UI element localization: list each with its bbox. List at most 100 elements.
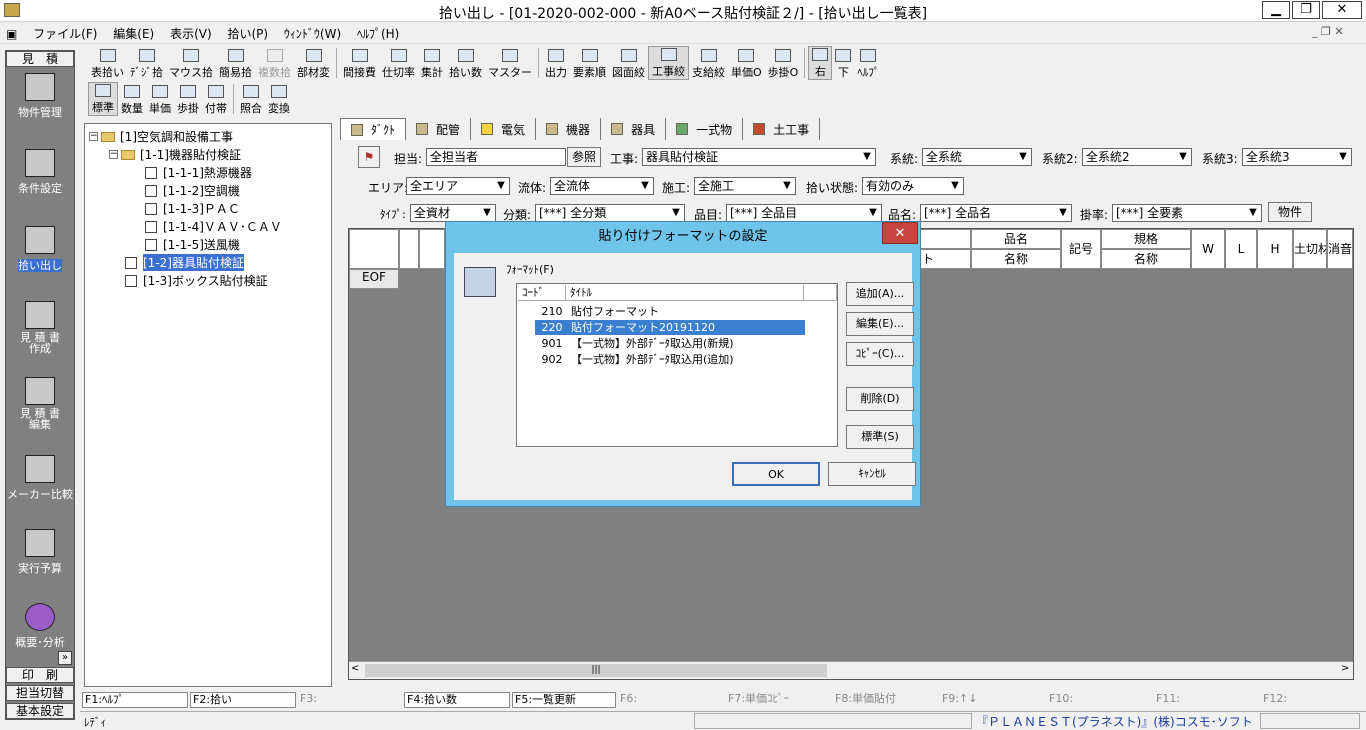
fkey-f1[interactable]: F1:ﾍﾙﾌﾟ [82,692,188,708]
toolbar-button-unit-price[interactable]: 単価O [728,46,765,80]
type-select[interactable]: 全資材 ▼ [410,204,496,222]
fkey-f4[interactable]: F4:拾い数 [404,692,510,708]
toolbar-button-labor[interactable]: 歩掛 [174,82,202,116]
checkbox[interactable] [145,166,157,179]
tree-node[interactable]: [1-1-1]熱源機器 [145,164,252,181]
area-select[interactable]: 全エリア ▼ [406,177,510,195]
menu-file[interactable]: ファイル(F) [27,22,103,45]
menu-window[interactable]: ｳｨﾝﾄﾞｳ(W) [278,22,347,45]
format-list[interactable]: ｺｰﾄﾞ ﾀｲﾄﾙ 210 貼付フォーマット 220 貼付フォーマット2019112… [516,283,838,447]
delete-button[interactable]: 削除(D) [846,387,914,411]
horizontal-scrollbar[interactable]: < ||| > [349,661,1353,679]
fkey-f10[interactable]: F10: [1047,692,1147,708]
toolbar-button-supply-filter[interactable]: 支給絞 [689,46,728,80]
fkey-f12[interactable]: F12: [1261,692,1361,708]
scroll-thumb[interactable]: ||| [365,664,827,677]
toolbar-button-sort[interactable]: 要素順 [570,46,609,80]
toolbar-button-work-filter[interactable]: 工事絞 [648,46,689,80]
fkey-f6[interactable]: F6: [618,692,718,708]
toolbar-button-digitizer[interactable]: ﾃﾞｼﾞ拾 [127,46,166,80]
toolbar-button-check[interactable]: 照合 [237,82,265,116]
toolbar-button-right[interactable]: 右 [808,46,833,80]
dialog-close-button[interactable]: ✕ [882,222,918,244]
mdi-doc-icon[interactable]: ▣ [0,24,23,44]
toolbar-button-labor-rate[interactable]: 歩掛O [765,46,802,80]
tab-pipe[interactable]: 配管 [406,118,472,140]
add-button[interactable]: 追加(A)... [846,282,914,306]
checkbox[interactable] [145,220,157,233]
tree-node[interactable]: [1-3]ボックス貼付検証 [125,272,268,289]
sidebar-item-property[interactable]: 物件管理 [6,73,74,120]
tab-electric[interactable]: 電気 [471,118,537,140]
list-item-selected[interactable]: 220 貼付フォーマット20191120 [535,320,805,335]
ryutai-select[interactable]: 全流体 ▼ [550,177,654,195]
list-item[interactable]: 210 貼付フォーマット [535,304,660,319]
minimize-button[interactable]: ▁ [1262,1,1290,19]
toolbar-button-table-pick[interactable]: 表拾い [88,46,127,80]
tab-earthwork[interactable]: 土工事 [743,118,821,140]
edit-button[interactable]: 編集(E)... [846,312,914,336]
fkey-f2[interactable]: F2:拾い [190,692,296,708]
list-item[interactable]: 902 【一式物】外部ﾃﾞｰﾀ取込用(追加) [535,352,734,367]
scroll-left-icon[interactable]: < [351,663,359,674]
fkey-f7[interactable]: F7:単価ｺﾋﾟｰ [726,692,826,708]
list-header-code[interactable]: ｺｰﾄﾞ [518,285,566,301]
bunrui-select[interactable]: [***] 全分類 ▼ [535,204,685,222]
cancel-button[interactable]: ｷｬﾝｾﾙ [828,462,916,486]
tab-duct[interactable]: ﾀﾞｸﾄ [340,118,407,140]
fkey-f9[interactable]: F9:↑↓ [940,692,1040,708]
menu-pick[interactable]: 拾い(P) [221,22,274,45]
tree-node[interactable]: [1-1-4]ＶＡＶ･ＣＡＶ [145,218,282,235]
tanto-field[interactable]: 全担当者 [426,148,566,166]
collapse-icon[interactable]: − [89,132,98,141]
toolbar-button-quantity[interactable]: 数量 [118,82,146,116]
sidebar-item-budget[interactable]: 実行予算 [6,529,74,576]
hinmoku-select[interactable]: [***] 全品目 ▼ [726,204,882,222]
seko-select[interactable]: 全施工 ▼ [694,177,796,195]
sidebar-item-quote-edit[interactable]: 見 積 書 編集 [6,377,74,430]
basic-settings-button[interactable]: 基本設定 [6,703,74,719]
copy-button[interactable]: ｺﾋﾟｰ(C)... [846,342,914,366]
fkey-f11[interactable]: F11: [1154,692,1254,708]
toolbar-button-standard[interactable]: 標準 [88,82,118,116]
toolbar-button-drawing-filter[interactable]: 図面絞 [609,46,648,80]
sidebar-item-quote-create[interactable]: 見 積 書 作成 [6,301,74,354]
hinmei-select[interactable]: [***] 全品名 ▼ [920,204,1072,222]
checkbox[interactable] [125,256,137,269]
tree-node[interactable]: [1-1-3]ＰＡＣ [145,200,240,217]
sidebar-item-pickup[interactable]: 拾い出し [6,226,74,273]
collapse-icon[interactable]: − [109,150,118,159]
standard-button[interactable]: 標準(S) [846,425,914,449]
kakeritsu-select[interactable]: [***] 全要素 ▼ [1112,204,1262,222]
fkey-f5[interactable]: F5:一覧更新 [512,692,616,708]
property-button[interactable]: 物件 [1268,202,1312,222]
tree-node-selected[interactable]: [1-2]器具貼付検証 [125,254,244,271]
toolbar-button-indirect-cost[interactable]: 間接費 [340,46,379,80]
keito2-select[interactable]: 全系統2 ▼ [1082,148,1192,166]
close-button[interactable]: ✕ [1322,1,1362,19]
menu-view[interactable]: 表示(V) [164,22,218,45]
toolbar-button-multi-pick[interactable]: 複数拾 [255,46,294,80]
toolbar-button-price[interactable]: 単価 [146,82,174,116]
fkey-f3[interactable]: F3: [298,692,398,708]
scroll-right-icon[interactable]: > [1341,663,1349,674]
tree-node[interactable]: − [1-1]機器貼付検証 [109,146,241,163]
ok-button[interactable]: OK [732,462,820,486]
checkbox[interactable] [125,274,137,287]
restore-button[interactable]: ❐ [1292,1,1320,19]
keito-select[interactable]: 全系統 ▼ [922,148,1032,166]
sidebar-header[interactable]: 見 積 [6,51,74,67]
list-header-title[interactable]: ﾀｲﾄﾙ [566,285,804,301]
sidebar-item-conditions[interactable]: 条件設定 [6,149,74,196]
toolbar-button-incidental[interactable]: 付帯 [202,82,230,116]
tab-set[interactable]: 一式物 [666,118,744,140]
toolbar-button-part-change[interactable]: 部材変 [294,46,333,80]
print-button[interactable]: 印 刷 [6,667,74,683]
tree-node[interactable]: [1-1-2]空調機 [145,182,240,199]
sidebar-item-analysis[interactable]: 概要･分析 [6,603,74,650]
tab-equipment[interactable]: 機器 [536,118,602,140]
switch-user-button[interactable]: 担当切替 [6,685,74,701]
menu-help[interactable]: ﾍﾙﾌﾟ(H) [351,22,405,45]
toolbar-button-convert[interactable]: 変換 [265,82,293,116]
mdi-controls[interactable]: _ ❐ ✕ [1312,25,1344,38]
